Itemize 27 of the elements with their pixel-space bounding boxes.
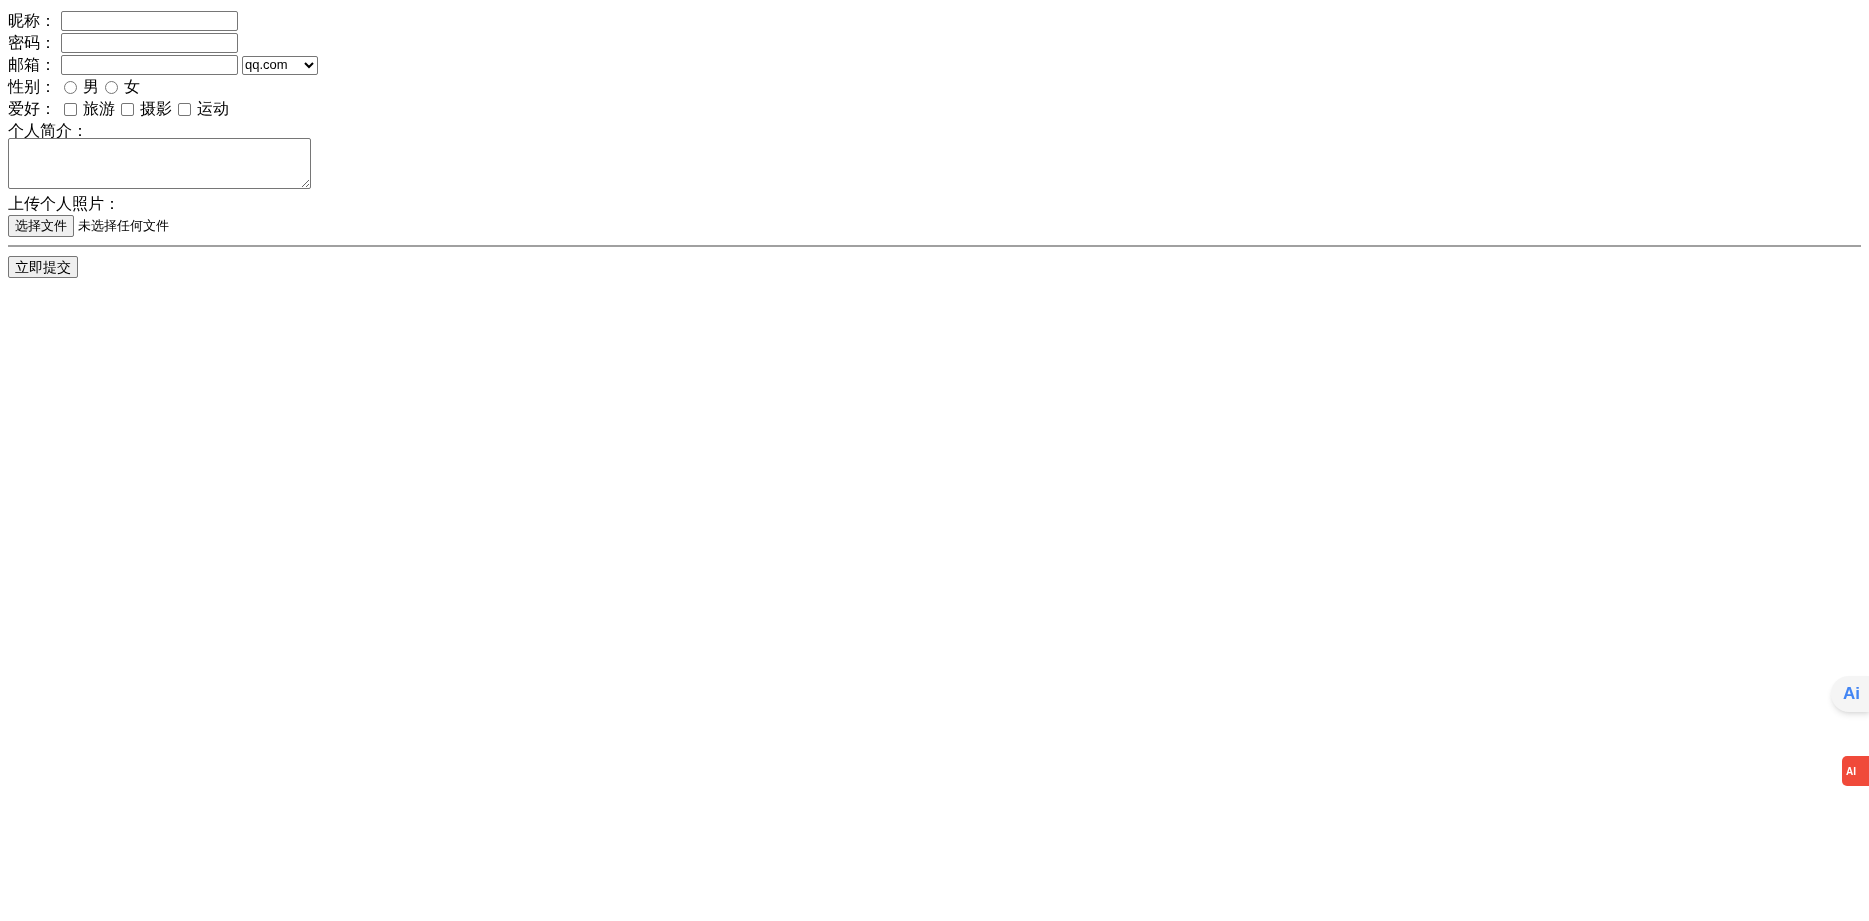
domain-select[interactable]: qq.com [242, 55, 318, 75]
submit-button[interactable]: 立即提交 [8, 256, 78, 278]
option-label: 女 [124, 77, 140, 97]
checkbox[interactable] [178, 102, 191, 116]
checkbox[interactable] [121, 102, 134, 116]
field-label: 爱好： [8, 99, 57, 119]
input-field[interactable] [61, 33, 238, 53]
field-label: 密码： [8, 33, 57, 53]
field-label: 个人简介： [8, 121, 88, 141]
checkbox[interactable] [64, 102, 77, 116]
textarea-field[interactable] [8, 138, 311, 189]
option-label: 摄影 [140, 99, 172, 119]
option-label: 男 [83, 77, 99, 97]
radio-button[interactable] [105, 80, 118, 94]
file-status: 未选择任何文件 [78, 217, 169, 235]
field-label: 性别： [8, 77, 57, 97]
input-field[interactable] [61, 11, 238, 31]
field-label: 昵称： [8, 11, 57, 31]
field-label: 上传个人照片： [8, 194, 120, 214]
input-field[interactable] [61, 55, 238, 75]
chevron-down-icon [304, 61, 314, 69]
choose-file-button[interactable]: 选择文件 [8, 215, 74, 237]
option-label: 旅游 [83, 99, 115, 119]
radio-button[interactable] [64, 80, 77, 94]
option-label: 运动 [197, 99, 229, 119]
field-label: 邮箱： [8, 55, 57, 75]
ai-chat-button[interactable]: AI [1842, 756, 1869, 786]
